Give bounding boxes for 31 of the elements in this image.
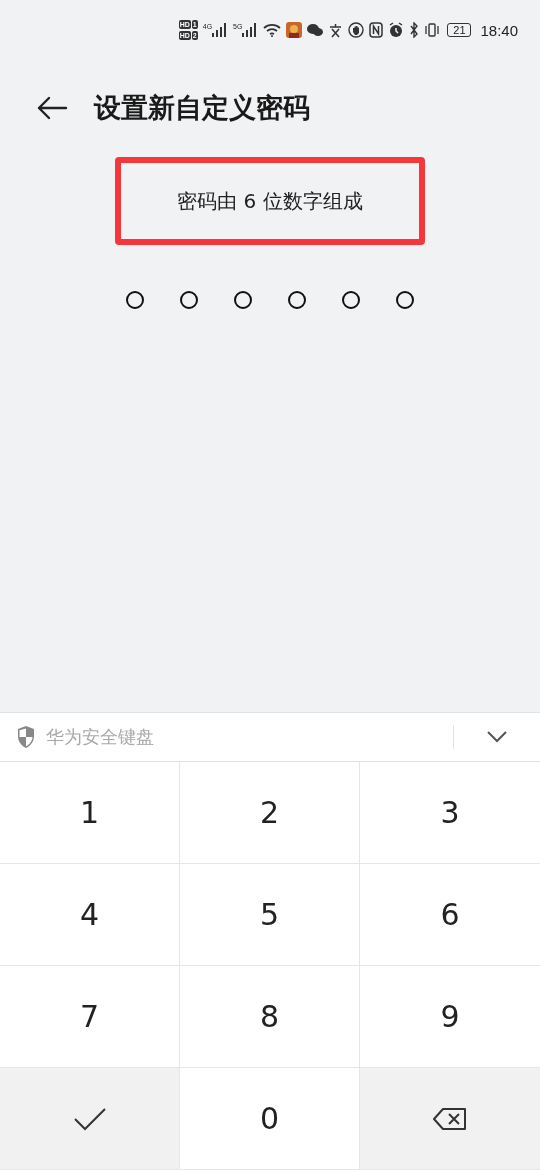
wifi-icon bbox=[263, 23, 282, 37]
confirm-key[interactable] bbox=[0, 1068, 180, 1170]
digit-key[interactable]: 4 bbox=[0, 864, 180, 966]
app-icon bbox=[286, 22, 303, 38]
signal-icon bbox=[212, 23, 229, 37]
password-hint: 密码由 6 位数字组成 bbox=[115, 157, 425, 245]
back-arrow-icon bbox=[36, 96, 68, 120]
checkmark-icon bbox=[72, 1106, 107, 1131]
keyboard-title: 华为安全键盘 bbox=[46, 725, 155, 749]
digit-key[interactable]: 0 bbox=[180, 1068, 360, 1170]
chevron-down-icon bbox=[486, 730, 508, 744]
translate-icon bbox=[328, 22, 344, 38]
chat-icon bbox=[307, 23, 324, 37]
backspace-key[interactable] bbox=[360, 1068, 540, 1170]
bluetooth-icon bbox=[409, 22, 420, 38]
vibrate-icon bbox=[424, 23, 441, 37]
status-time: 18:40 bbox=[480, 21, 518, 39]
digit-key[interactable]: 1 bbox=[0, 762, 180, 864]
digit-key[interactable]: 8 bbox=[180, 966, 360, 1068]
digit-key[interactable]: 5 bbox=[180, 864, 360, 966]
signal-icon bbox=[242, 23, 259, 37]
alarm-icon bbox=[388, 22, 405, 38]
backspace-icon bbox=[433, 1106, 467, 1131]
nfc-icon bbox=[369, 22, 384, 38]
digit-key[interactable]: 2 bbox=[180, 762, 360, 864]
shield-icon bbox=[16, 725, 36, 749]
page-title: 设置新自定义密码 bbox=[94, 91, 310, 125]
hand-icon bbox=[348, 22, 365, 38]
digit-key[interactable]: 7 bbox=[0, 966, 180, 1068]
back-button[interactable] bbox=[36, 96, 68, 120]
battery-level: 21 bbox=[453, 24, 466, 36]
